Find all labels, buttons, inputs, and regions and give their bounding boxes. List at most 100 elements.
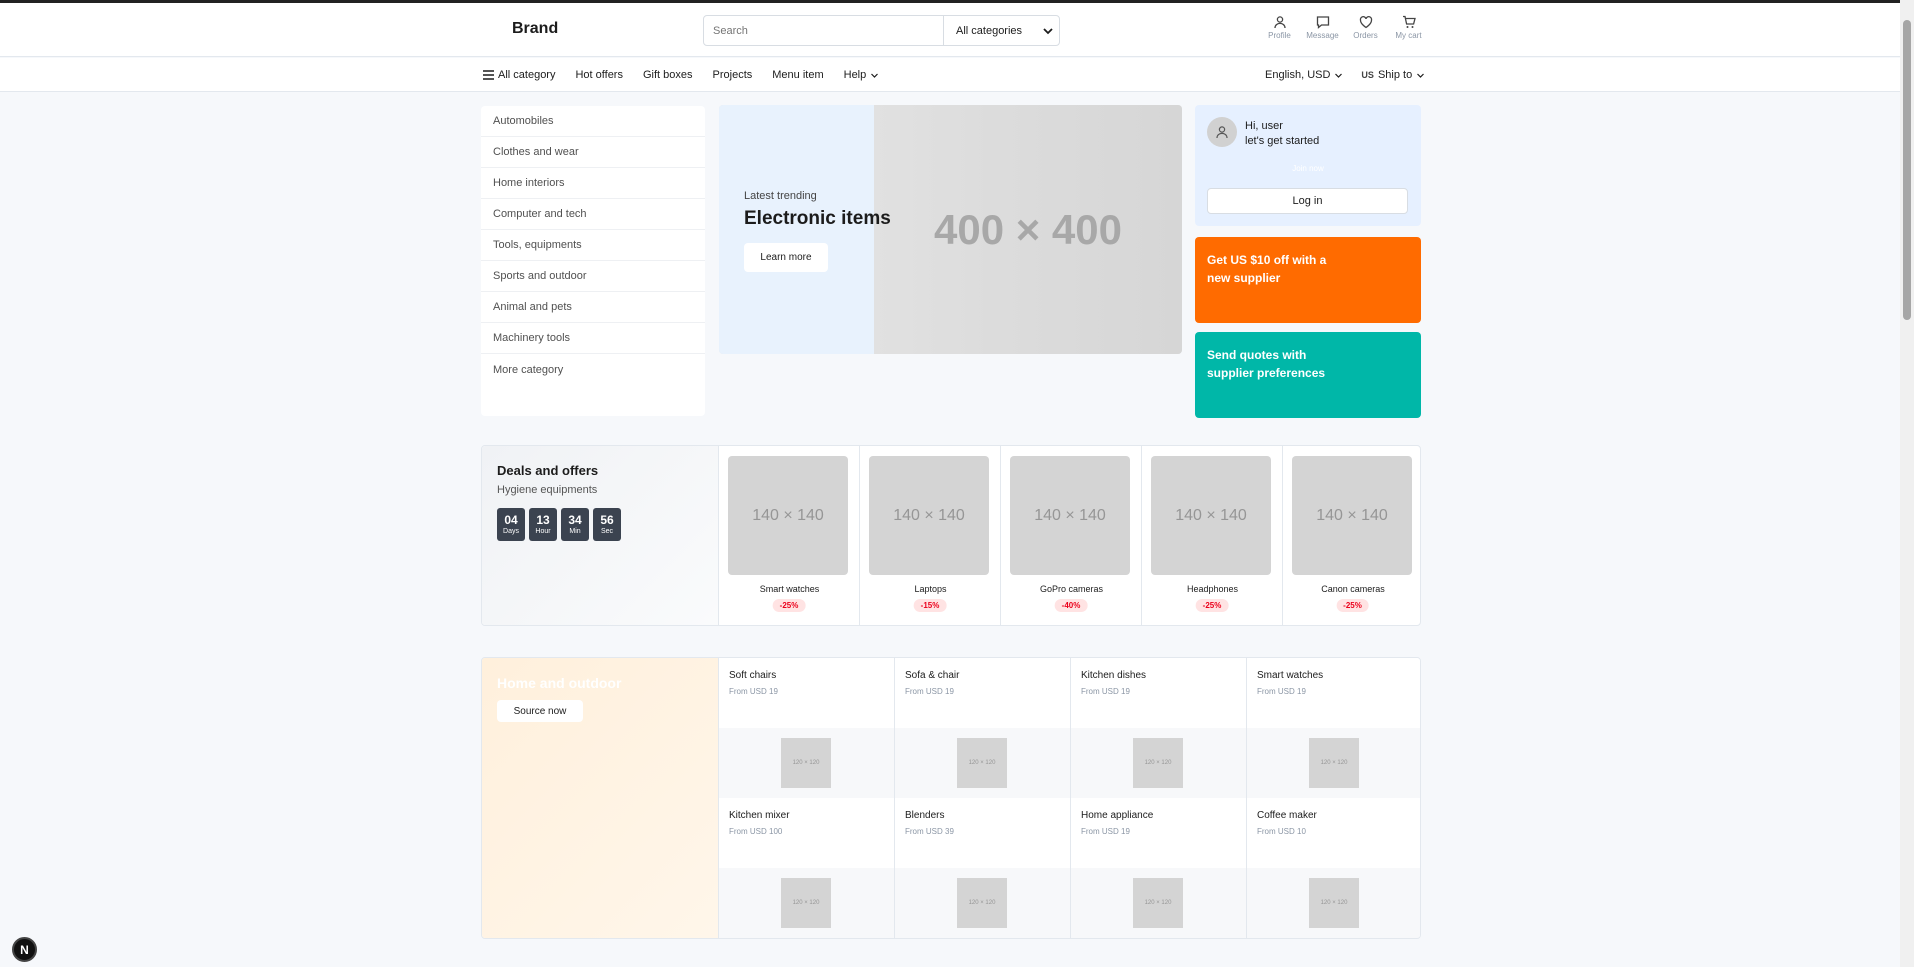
ship-to-select[interactable]: US Ship to <box>1361 69 1425 81</box>
user-greeting: Hi, user let's get started <box>1245 119 1319 149</box>
product-name: Kitchen dishes <box>1081 670 1147 681</box>
category-item[interactable]: Automobiles <box>481 106 705 137</box>
banner-kicker: Latest trending <box>744 190 817 202</box>
category-item[interactable]: Sports and outdoor <box>481 261 705 292</box>
discount-badge: -40% <box>1054 599 1088 612</box>
nav-hot-offers[interactable]: Hot offers <box>575 69 623 81</box>
deal-name: Headphones <box>1186 584 1239 594</box>
nav-all-category[interactable]: All category <box>483 69 555 81</box>
language-select[interactable]: English, USD <box>1265 69 1343 81</box>
product-tile[interactable]: Kitchen mixer From USD 100 120 × 120 <box>718 798 895 938</box>
timer-value: 34 <box>568 513 582 527</box>
category-select[interactable]: All categories <box>943 16 1059 45</box>
message-button[interactable]: Message <box>1301 15 1344 40</box>
orders-button[interactable]: Orders <box>1344 15 1387 40</box>
heart-icon <box>1359 16 1372 29</box>
timer-minutes: 34 Min <box>561 508 589 541</box>
cart-button[interactable]: My cart <box>1387 15 1430 40</box>
navbar: All category Hot offers Gift boxes Proje… <box>0 58 1900 92</box>
chevron-down-icon <box>1335 73 1343 78</box>
profile-icon <box>1273 16 1286 29</box>
deal-item[interactable]: 140 × 140 GoPro cameras -40% <box>1000 446 1141 625</box>
deal-image-placeholder: 140 × 140 <box>728 456 848 575</box>
promo-card-quotes[interactable]: Send quotes with supplier preferences <box>1195 332 1421 418</box>
product-tile[interactable]: Kitchen dishes From USD 19 120 × 120 <box>1070 658 1247 798</box>
product-price: From USD 19 <box>1257 687 1306 696</box>
login-button[interactable]: Log in <box>1207 188 1408 214</box>
timer-seconds: 56 Sec <box>593 508 621 541</box>
category-item[interactable]: Tools, equipments <box>481 230 705 261</box>
deal-image-placeholder: 140 × 140 <box>869 456 989 575</box>
greeting-text: Hi, user <box>1245 120 1283 132</box>
product-tile[interactable]: Coffee maker From USD 10 120 × 120 <box>1246 798 1420 938</box>
nav-projects[interactable]: Projects <box>713 69 753 81</box>
nav-gift-boxes[interactable]: Gift boxes <box>643 69 693 81</box>
category-item[interactable]: Clothes and wear <box>481 137 705 168</box>
source-now-button[interactable]: Source now <box>497 700 583 722</box>
product-image-placeholder: 120 × 120 <box>1309 878 1359 928</box>
product-tile[interactable]: Soft chairs From USD 19 120 × 120 <box>718 658 895 798</box>
user-card: Hi, user let's get started Join now Log … <box>1195 105 1421 226</box>
join-now-button[interactable]: Join now <box>1195 164 1421 173</box>
nav-help[interactable]: Help <box>844 69 880 81</box>
chevron-down-icon <box>1417 73 1425 78</box>
cart-label: My cart <box>1395 31 1422 40</box>
category-item[interactable]: Computer and tech <box>481 199 705 230</box>
discount-badge: -15% <box>913 599 947 612</box>
timer-value: 04 <box>504 513 518 527</box>
product-name: Blenders <box>905 810 945 821</box>
product-name: Soft chairs <box>729 670 777 681</box>
deal-item[interactable]: 140 × 140 Laptops -15% <box>859 446 1000 625</box>
profile-button[interactable]: Profile <box>1258 15 1301 40</box>
product-image-placeholder: 120 × 120 <box>781 738 831 788</box>
product-price: From USD 10 <box>1257 827 1306 836</box>
promo-card-discount[interactable]: Get US $10 off with a new supplier <box>1195 237 1421 323</box>
product-image-placeholder: 120 × 120 <box>957 738 1007 788</box>
message-label: Message <box>1306 31 1339 40</box>
nav-menu: All category Hot offers Gift boxes Proje… <box>483 69 899 81</box>
deal-item[interactable]: 140 × 140 Canon cameras -25% <box>1282 446 1420 625</box>
product-tile[interactable]: Smart watches From USD 19 120 × 120 <box>1246 658 1420 798</box>
dev-tools-badge[interactable]: N <box>12 937 37 962</box>
cart-icon <box>1402 15 1416 28</box>
category-item[interactable]: Machinery tools <box>481 323 705 354</box>
timer-unit: Min <box>569 528 581 535</box>
deals-subtitle: Hygiene equipments <box>497 484 598 496</box>
brand-logo[interactable]: Brand <box>512 20 558 38</box>
deal-item[interactable]: 140 × 140 Headphones -25% <box>1141 446 1282 625</box>
product-tile[interactable]: Home appliance From USD 19 120 × 120 <box>1070 798 1247 938</box>
product-name: Smart watches <box>1257 670 1324 681</box>
deal-name: Canon cameras <box>1321 584 1385 594</box>
profile-label: Profile <box>1268 31 1291 40</box>
deals-title: Deals and offers <box>497 463 599 478</box>
deal-item[interactable]: 140 × 140 Smart watches -25% <box>718 446 859 625</box>
category-item[interactable]: More category <box>481 354 705 385</box>
search-input[interactable] <box>704 16 943 45</box>
product-image-placeholder: 120 × 120 <box>1133 878 1183 928</box>
banner-image-placeholder: 400 × 400 <box>874 105 1182 354</box>
product-price: From USD 19 <box>729 687 778 696</box>
nav-help-label: Help <box>843 69 867 81</box>
discount-badge: -25% <box>772 599 806 612</box>
deal-name: Smart watches <box>759 584 820 594</box>
deal-image-placeholder: 140 × 140 <box>1292 456 1412 575</box>
countdown-timer: 04 Days 13 Hour 34 Min 56 Sec <box>497 508 621 541</box>
home-outdoor-header: Home and outdoor Source now <box>482 658 718 938</box>
home-outdoor-section: Home and outdoor Source now Soft chairs F… <box>481 657 1421 939</box>
timer-unit: Hour <box>535 528 551 535</box>
product-tile[interactable]: Sofa & chair From USD 19 120 × 120 <box>894 658 1071 798</box>
deal-image-placeholder: 140 × 140 <box>1010 456 1130 575</box>
category-sidebar: Automobiles Clothes and wear Home interi… <box>481 106 705 416</box>
category-item[interactable]: Home interiors <box>481 168 705 199</box>
discount-badge: -25% <box>1336 599 1369 612</box>
product-tile[interactable]: Blenders From USD 39 120 × 120 <box>894 798 1071 938</box>
nav-all-category-label: All category <box>498 69 556 81</box>
scrollbar-thumb[interactable] <box>1903 20 1911 320</box>
timer-unit: Sec <box>600 528 614 535</box>
language-label: English, USD <box>1265 69 1331 81</box>
category-item[interactable]: Animal and pets <box>481 292 705 323</box>
learn-more-button[interactable]: Learn more <box>744 243 828 272</box>
deals-section: Deals and offers Hygiene equipments 04 Da… <box>481 445 1421 626</box>
nav-menu-item[interactable]: Menu item <box>772 69 823 81</box>
product-name: Home appliance <box>1081 810 1154 821</box>
